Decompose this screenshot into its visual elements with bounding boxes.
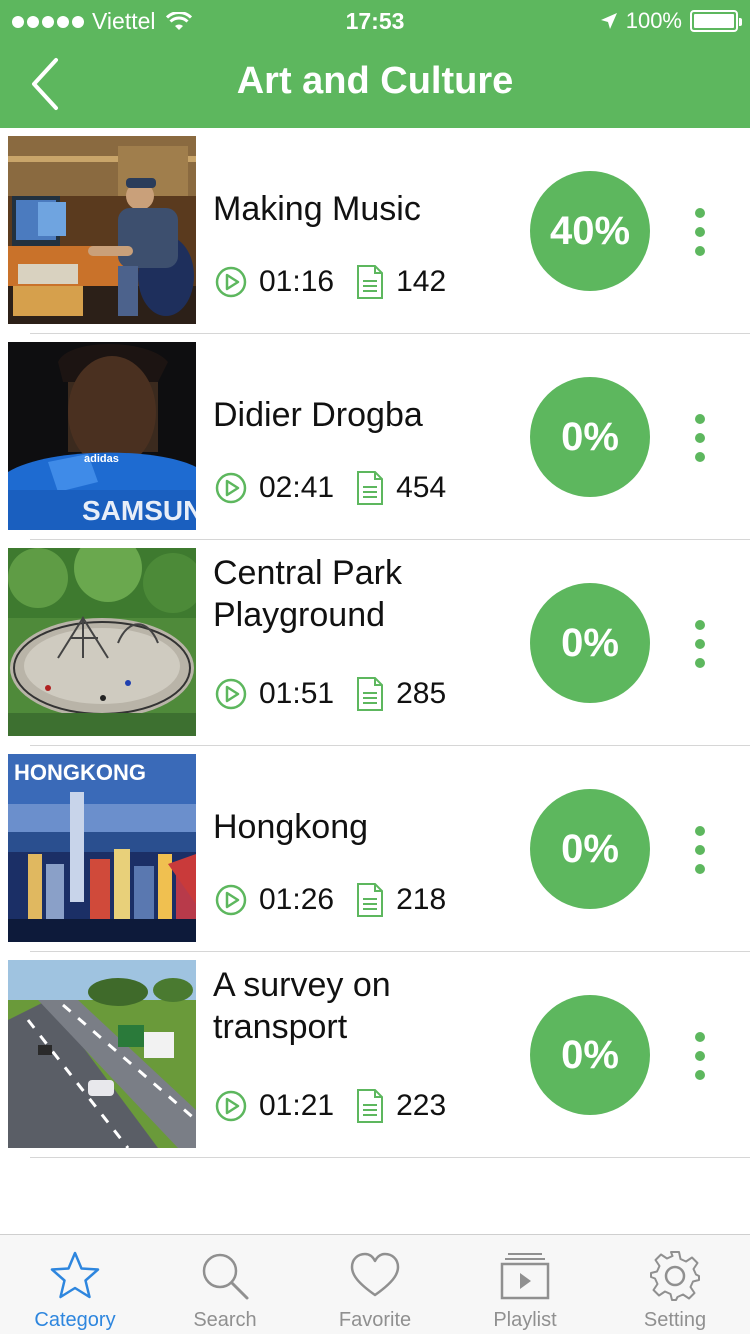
progress-badge: 0%: [530, 995, 650, 1115]
item-duration: 01:26: [259, 883, 335, 916]
nav-header: Viettel 17:53 100% Art and Culture: [0, 0, 750, 128]
tab-setting[interactable]: Setting: [600, 1235, 750, 1334]
item-meta: 01:26 218: [215, 882, 446, 918]
list-item[interactable]: Central Park Playground 01:51 285 0%: [0, 540, 750, 746]
tab-label: Setting: [643, 1309, 707, 1331]
play-circle-icon: [215, 678, 247, 710]
play-circle-icon: [215, 266, 247, 298]
status-right: 100%: [600, 8, 742, 34]
battery-percent: 100%: [625, 8, 682, 33]
more-options-icon[interactable]: [688, 414, 712, 462]
item-duration: 01:21: [259, 1089, 335, 1122]
item-title: Making Music: [213, 190, 421, 228]
page-title: Art and Culture: [236, 60, 514, 102]
tab-label: Playlist: [493, 1309, 557, 1331]
svg-text:adidas: adidas: [84, 453, 119, 465]
document-icon: [357, 471, 384, 505]
item-count: 454: [396, 471, 447, 504]
thumbnail-playground: [8, 548, 196, 736]
item-title: Hongkong: [213, 808, 369, 846]
item-meta: 01:21 223: [215, 1088, 446, 1124]
play-circle-icon: [215, 884, 247, 916]
document-icon: [357, 883, 384, 917]
item-title: A survey on transport: [213, 966, 391, 1046]
thumbnail-footballer-portrait: adidas SAMSUN: [8, 342, 196, 530]
list-item[interactable]: A survey on transport 01:21 223 0%: [0, 952, 750, 1158]
more-options-icon[interactable]: [688, 826, 712, 874]
list-item[interactable]: adidas SAMSUN Didier Drogba 02:41 454 0%: [0, 334, 750, 540]
item-meta: 01:16 142: [215, 264, 446, 300]
item-count: 218: [396, 883, 447, 916]
item-duration: 02:41: [259, 471, 335, 504]
status-bar: Viettel 17:53 100%: [0, 0, 750, 40]
tab-label: Favorite: [338, 1309, 412, 1331]
star-icon: [50, 1251, 100, 1299]
document-icon: [357, 265, 384, 299]
item-title: Central Park Playground: [213, 554, 402, 634]
tab-playlist[interactable]: Playlist: [450, 1235, 600, 1334]
tab-category[interactable]: Category: [0, 1235, 150, 1334]
row-divider: [30, 1157, 750, 1158]
item-meta: 02:41 454: [215, 470, 446, 506]
list-item[interactable]: HONGKONG Hongkong 01:26 218 0%: [0, 746, 750, 952]
search-icon: [202, 1253, 249, 1300]
location-arrow-icon: [600, 13, 617, 29]
progress-badge: 0%: [530, 583, 650, 703]
tab-label: Category: [34, 1309, 116, 1331]
document-icon: [357, 677, 384, 711]
tab-favorite[interactable]: Favorite: [300, 1235, 450, 1334]
thumbnail-recording-studio: [8, 136, 196, 324]
heart-icon: [350, 1252, 400, 1297]
item-meta: 01:51 285: [215, 676, 446, 712]
item-duration: 01:16: [259, 265, 335, 298]
svg-text:SAMSUN: SAMSUN: [82, 495, 196, 526]
lesson-list: Making Music 01:16 142 40% adidas SAMSUN…: [0, 128, 750, 1158]
play-circle-icon: [215, 1090, 247, 1122]
more-options-icon[interactable]: [688, 620, 712, 668]
more-options-icon[interactable]: [688, 1032, 712, 1080]
tab-label: Search: [193, 1309, 257, 1331]
thumbnail-caption: HONGKONG: [14, 760, 146, 785]
item-title: Didier Drogba: [213, 396, 423, 434]
item-count: 223: [396, 1089, 447, 1122]
playlist-icon: [500, 1253, 550, 1300]
item-duration: 01:51: [259, 677, 335, 710]
item-count: 285: [396, 677, 447, 710]
thumbnail-highway: [8, 960, 196, 1148]
item-count: 142: [396, 265, 447, 298]
progress-badge: 0%: [530, 789, 650, 909]
progress-badge: 0%: [530, 377, 650, 497]
thumbnail-hongkong-skyline: HONGKONG: [8, 754, 196, 942]
more-options-icon[interactable]: [688, 208, 712, 256]
tab-bar: Category Search Favorite Playlist Settin…: [0, 1234, 750, 1334]
document-icon: [357, 1089, 384, 1123]
battery-icon: [690, 10, 742, 32]
play-circle-icon: [215, 472, 247, 504]
list-item[interactable]: Making Music 01:16 142 40%: [0, 128, 750, 334]
gear-icon: [650, 1251, 700, 1301]
progress-badge: 40%: [530, 171, 650, 291]
tab-search[interactable]: Search: [150, 1235, 300, 1334]
